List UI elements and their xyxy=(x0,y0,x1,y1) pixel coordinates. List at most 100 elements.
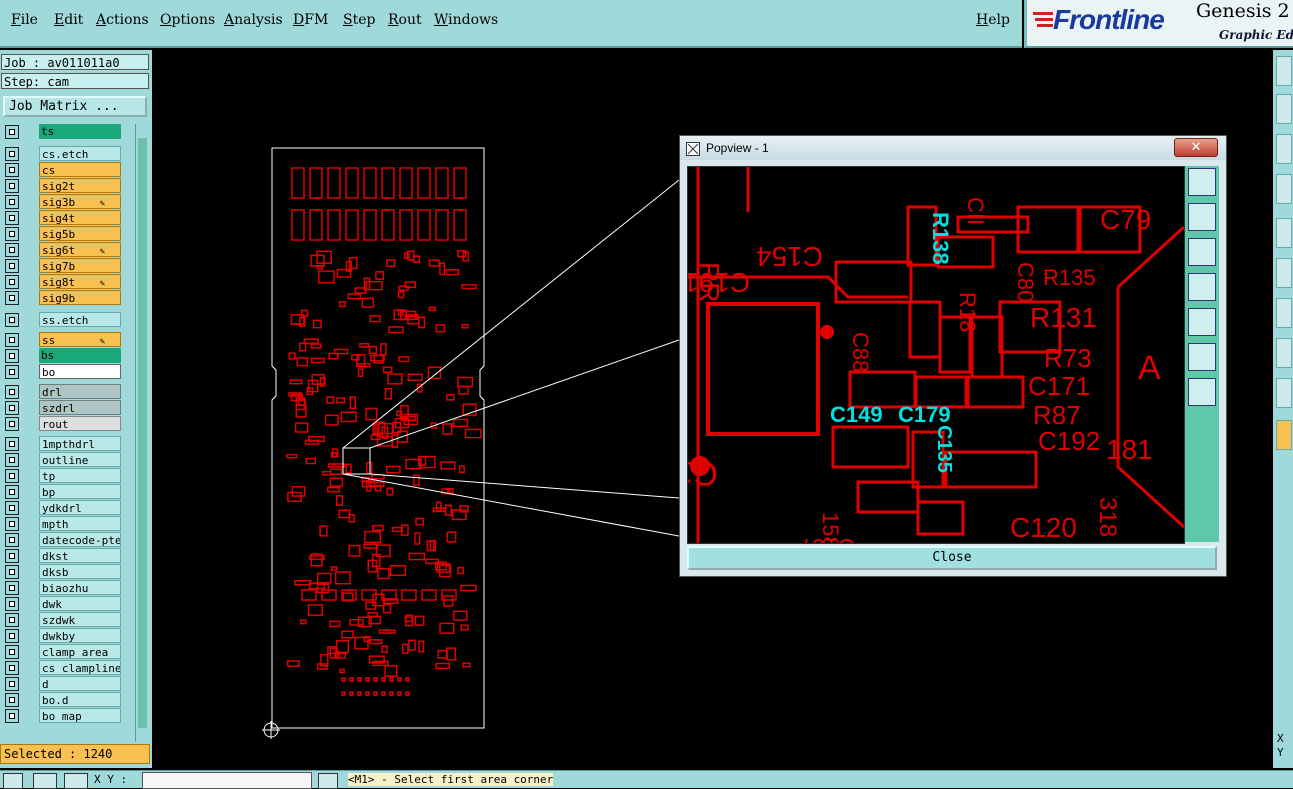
layer-name[interactable]: szdwk xyxy=(39,612,121,627)
layer-checkbox[interactable] xyxy=(5,469,19,483)
tool-copy-icon[interactable] xyxy=(1276,56,1292,86)
zoom-in-icon[interactable] xyxy=(1188,203,1216,231)
popview-title-bar[interactable]: Popview - 1 ✕ xyxy=(680,136,1226,160)
layer-checkbox[interactable] xyxy=(5,709,19,723)
layer-name[interactable]: sig4t xyxy=(39,210,121,225)
layer-name[interactable]: bo_map xyxy=(39,708,121,723)
layer-row[interactable]: cs_clampline xyxy=(2,660,134,676)
layer-name[interactable]: cs.etch xyxy=(39,146,121,161)
layer-row[interactable]: tp xyxy=(2,468,134,484)
layer-row[interactable]: dksb xyxy=(2,564,134,580)
layer-checkbox[interactable] xyxy=(5,385,19,399)
layer-checkbox[interactable] xyxy=(5,501,19,515)
layer-name[interactable]: cs_clampline xyxy=(39,660,121,675)
zoom-area-icon[interactable] xyxy=(1188,343,1216,371)
layer-checkbox[interactable] xyxy=(5,333,19,347)
layer-row[interactable]: cs xyxy=(2,162,134,178)
layer-checkbox[interactable] xyxy=(5,365,19,379)
layer-checkbox[interactable] xyxy=(5,227,19,241)
layer-row[interactable]: bo.d xyxy=(2,692,134,708)
layer-name[interactable]: dwkby xyxy=(39,628,121,643)
menu-file[interactable]: File xyxy=(11,12,38,28)
layer-row[interactable]: clamp_area xyxy=(2,644,134,660)
menu-rout[interactable]: Rout xyxy=(388,12,422,28)
layer-row[interactable]: bo_map xyxy=(2,708,134,724)
layer-scrollbar[interactable] xyxy=(135,124,150,742)
layer-checkbox[interactable] xyxy=(5,453,19,467)
layer-name[interactable]: bo.d xyxy=(39,692,121,707)
layer-checkbox[interactable] xyxy=(5,179,19,193)
job-matrix-button[interactable]: Job Matrix ... xyxy=(3,96,147,117)
layer-row[interactable]: datecode-pte xyxy=(2,532,134,548)
layer-row[interactable]: ts xyxy=(2,124,134,140)
layer-name[interactable]: ydkdrl xyxy=(39,500,121,515)
scroll-thumb[interactable] xyxy=(138,138,147,728)
layer-checkbox[interactable] xyxy=(5,349,19,363)
layer-name[interactable]: bo xyxy=(39,364,121,379)
tool-highlight-icon[interactable] xyxy=(1276,420,1292,450)
layer-name[interactable]: ts xyxy=(39,124,121,139)
layer-row[interactable]: biaozhu xyxy=(2,580,134,596)
zoom-out-icon[interactable] xyxy=(1188,238,1216,266)
layer-row[interactable]: szdwk xyxy=(2,612,134,628)
layer-checkbox[interactable] xyxy=(5,243,19,257)
layer-name[interactable]: sig3b ✎ xyxy=(39,194,121,209)
layer-name[interactable]: cs xyxy=(39,162,121,177)
layer-row[interactable]: ss ✎ xyxy=(2,332,134,348)
layer-checkbox[interactable] xyxy=(5,275,19,289)
layer-row[interactable]: sig7b xyxy=(2,258,134,274)
layer-row[interactable]: 1mpthdrl xyxy=(2,436,134,452)
layer-checkbox[interactable] xyxy=(5,437,19,451)
layer-checkbox[interactable] xyxy=(5,549,19,563)
menu-windows[interactable]: Windows xyxy=(434,12,498,28)
layer-checkbox[interactable] xyxy=(5,195,19,209)
layer-name[interactable]: tp xyxy=(39,468,121,483)
layer-row[interactable]: bs xyxy=(2,348,134,364)
layer-row[interactable]: ydkdrl xyxy=(2,500,134,516)
layer-name[interactable]: bs xyxy=(39,348,121,363)
layer-row[interactable]: rout xyxy=(2,416,134,432)
layer-name[interactable]: ss ✎ xyxy=(39,332,121,347)
layer-row[interactable]: sig9b xyxy=(2,290,134,306)
layer-row[interactable]: dwk xyxy=(2,596,134,612)
layer-row[interactable]: sig6t ✎ xyxy=(2,242,134,258)
layer-checkbox[interactable] xyxy=(5,211,19,225)
layer-name[interactable]: d xyxy=(39,676,121,691)
layer-row[interactable]: bp xyxy=(2,484,134,500)
layer-checkbox[interactable] xyxy=(5,517,19,531)
layer-row[interactable]: d xyxy=(2,676,134,692)
layer-checkbox[interactable] xyxy=(5,147,19,161)
tool-line-icon[interactable] xyxy=(1276,298,1292,328)
layer-row[interactable]: sig3b ✎ xyxy=(2,194,134,210)
layer-checkbox[interactable] xyxy=(5,485,19,499)
layer-name[interactable]: outline xyxy=(39,452,121,467)
tool-move-icon[interactable] xyxy=(1276,94,1292,124)
layer-row[interactable]: ss.etch xyxy=(2,312,134,328)
layer-row[interactable]: bo xyxy=(2,364,134,380)
layer-row[interactable]: cs.etch xyxy=(2,146,134,162)
layer-row[interactable]: drl xyxy=(2,384,134,400)
tool-pad-icon[interactable] xyxy=(1276,338,1292,368)
layer-name[interactable]: biaozhu xyxy=(39,580,121,595)
layer-checkbox[interactable] xyxy=(5,565,19,579)
tool-select-icon[interactable] xyxy=(1276,218,1292,248)
tool-measure-icon[interactable] xyxy=(1276,258,1292,288)
layer-checkbox[interactable] xyxy=(5,401,19,415)
layer-row[interactable]: dwkby xyxy=(2,628,134,644)
layer-row[interactable]: mpth xyxy=(2,516,134,532)
menu-options[interactable]: Options xyxy=(160,12,215,28)
zoom-fit-icon[interactable] xyxy=(1188,168,1216,196)
layer-name[interactable]: bp xyxy=(39,484,121,499)
layer-name[interactable]: sig8t ✎ xyxy=(39,274,121,289)
layer-name[interactable]: 1mpthdrl xyxy=(39,436,121,451)
layer-name[interactable]: dksb xyxy=(39,564,121,579)
layer-name[interactable]: rout xyxy=(39,416,121,431)
coordinate-input[interactable] xyxy=(142,772,312,789)
layer-checkbox[interactable] xyxy=(5,417,19,431)
layer-checkbox[interactable] xyxy=(5,629,19,643)
layer-name[interactable]: sig2t xyxy=(39,178,121,193)
pan-left-icon[interactable] xyxy=(1188,273,1216,301)
layer-name[interactable]: sig9b xyxy=(39,290,121,305)
layer-name[interactable]: dwk xyxy=(39,596,121,611)
layer-checkbox[interactable] xyxy=(5,533,19,547)
